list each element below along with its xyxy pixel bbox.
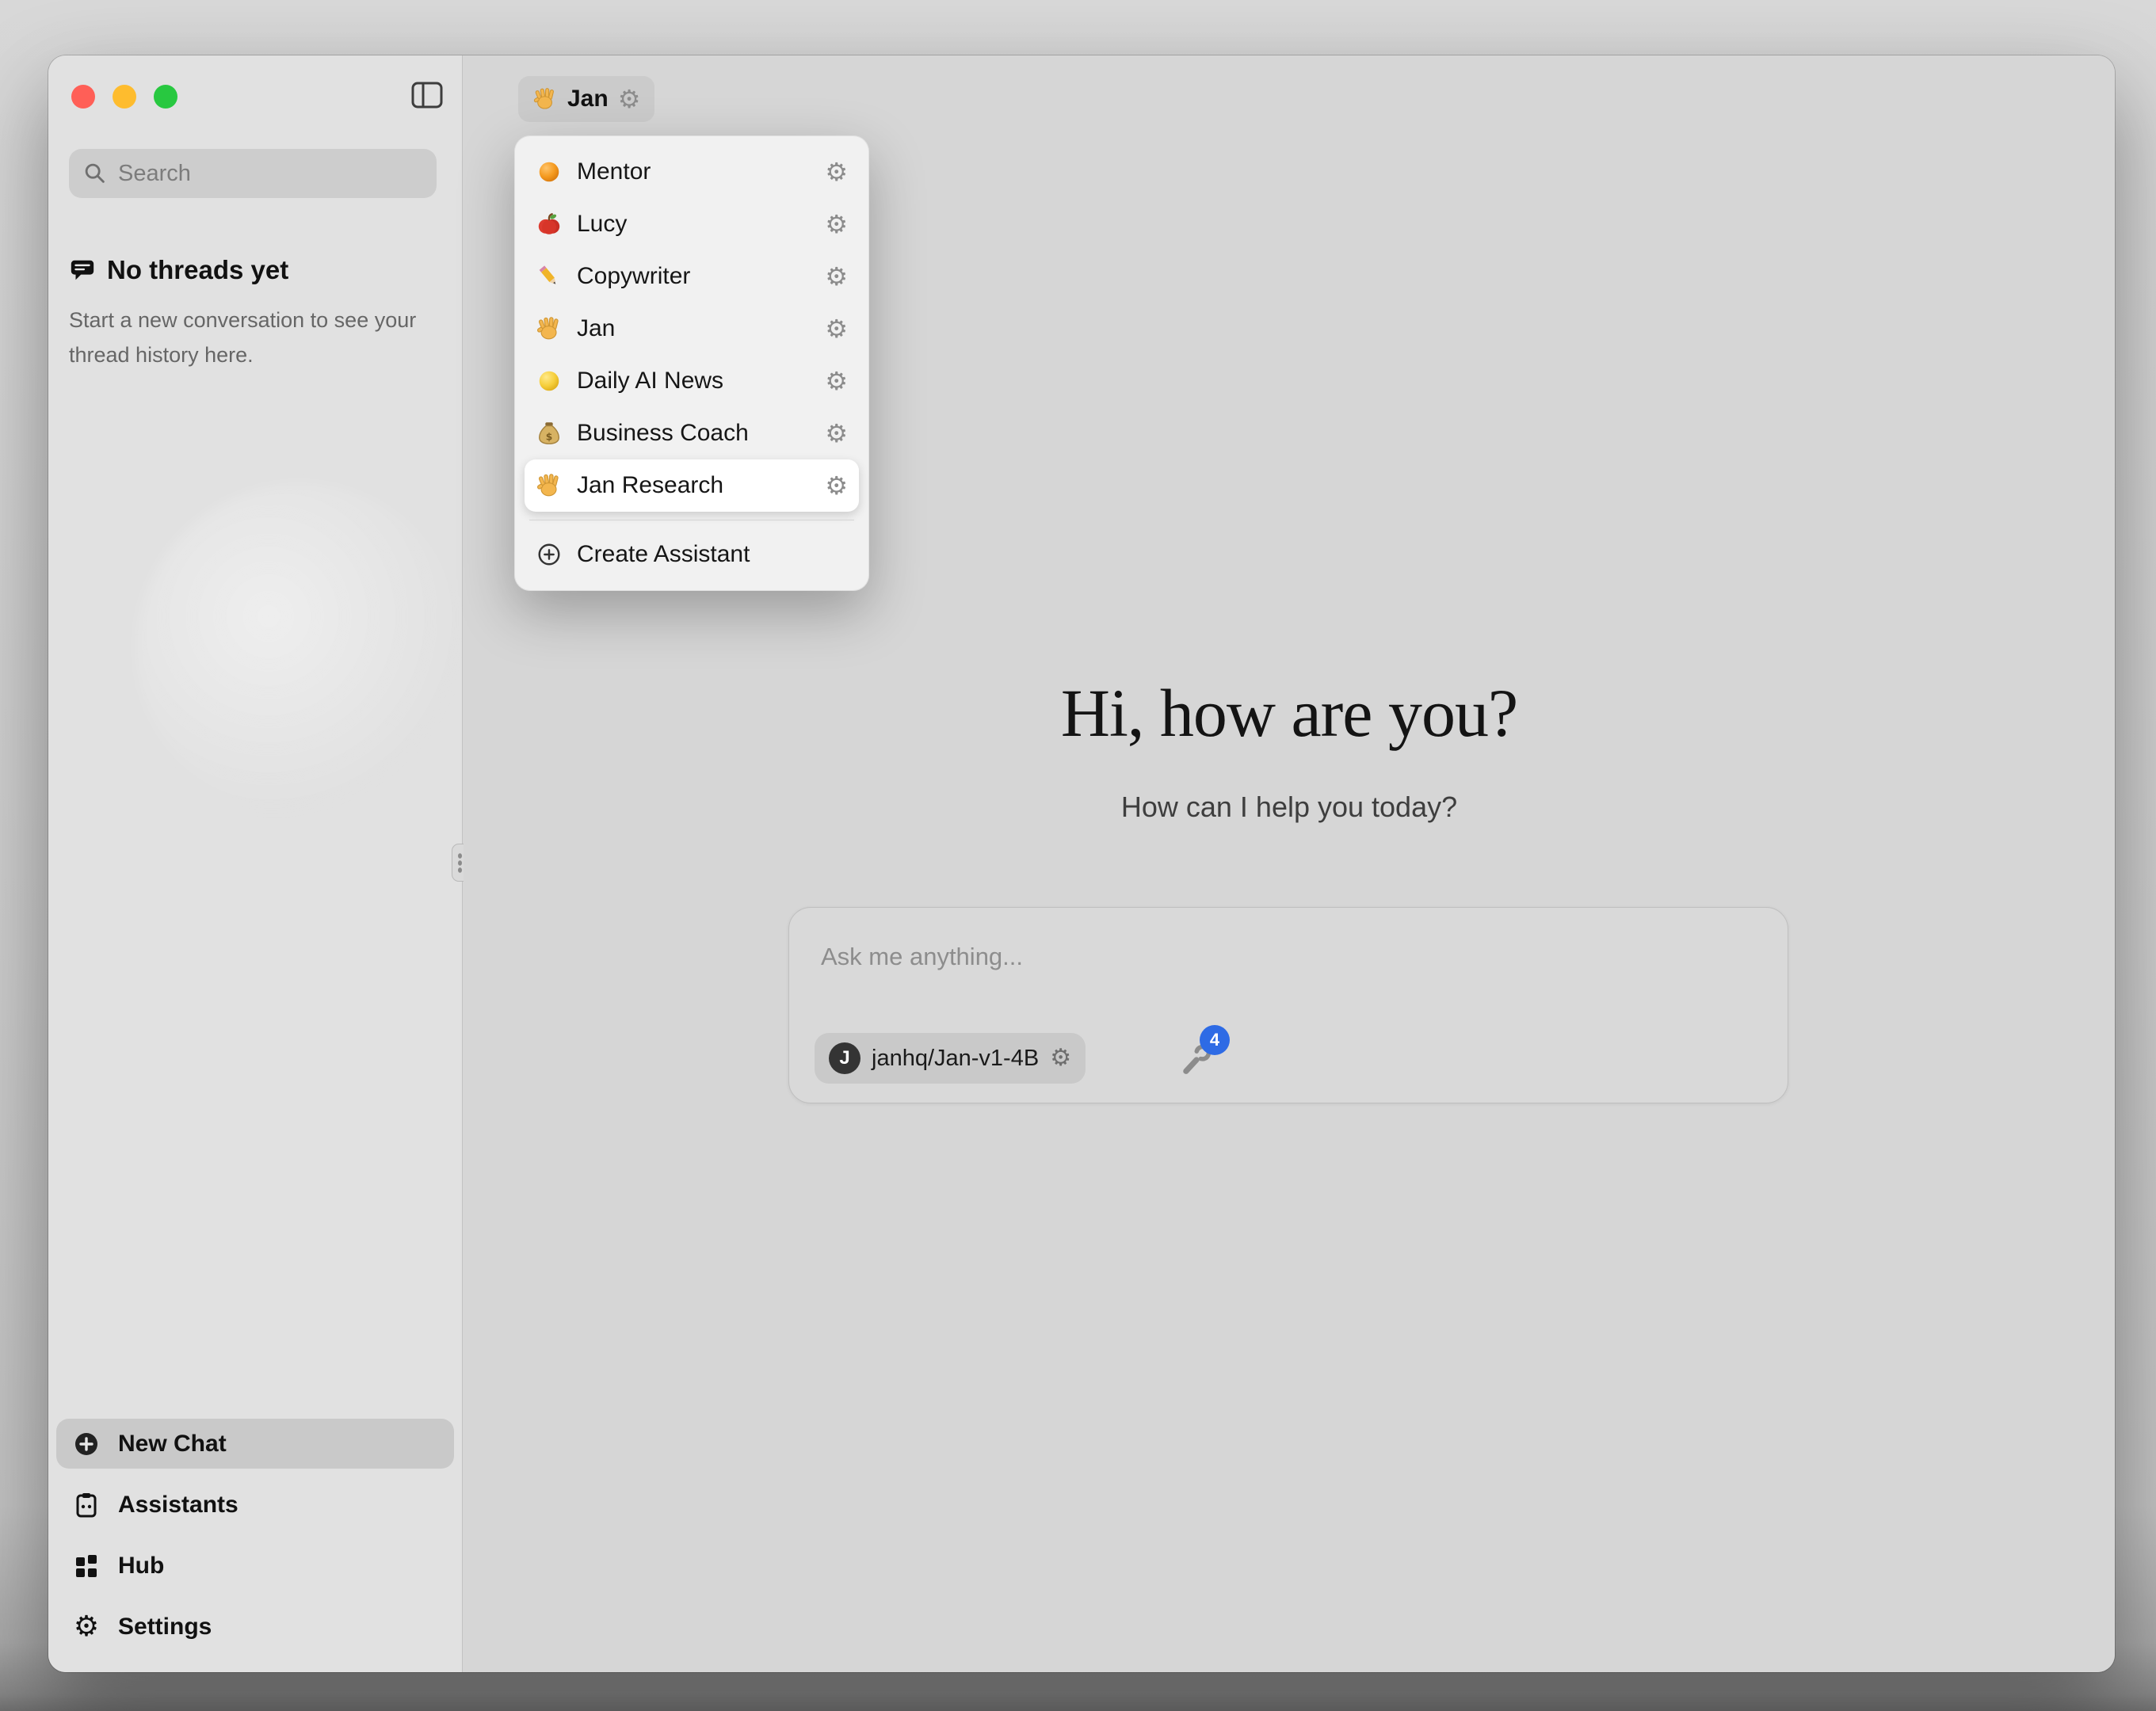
sidebar-nav: New Chat Assistants Hub ⚙ Settings	[56, 1419, 454, 1652]
plus-circle-outline-icon	[536, 541, 563, 568]
sidebar-item-hub[interactable]: Hub	[56, 1541, 454, 1591]
nav-label: Assistants	[118, 1492, 238, 1519]
gear-icon[interactable]: ⚙	[825, 368, 848, 394]
empty-state-body: Start a new conversation to see your thr…	[69, 303, 418, 372]
menu-item-label: Jan	[577, 315, 825, 342]
chat-input[interactable]	[821, 938, 1740, 976]
sidebar-item-new-chat[interactable]: New Chat	[56, 1419, 454, 1469]
hub-blocks-icon	[72, 1552, 101, 1580]
wave-hand-emoji	[536, 472, 563, 499]
wave-hand-icon	[532, 86, 558, 112]
menu-item-jan-research[interactable]: Jan Research ⚙	[525, 459, 859, 512]
chat-bubble-icon	[69, 257, 96, 284]
empty-threads-state: No threads yet Start a new conversation …	[69, 255, 418, 372]
model-selector-pill[interactable]: J janhq/Jan-v1-4B ⚙	[815, 1033, 1086, 1084]
pencil-emoji	[536, 263, 563, 290]
orange-circle-emoji	[536, 158, 563, 185]
menu-item-copywriter[interactable]: Copywriter ⚙	[525, 250, 859, 303]
wave-hand-emoji	[536, 315, 563, 342]
greeting-subtitle: How can I help you today?	[464, 791, 2115, 824]
gear-icon[interactable]: ⚙	[825, 211, 848, 237]
menu-item-mentor[interactable]: Mentor ⚙	[525, 146, 859, 198]
current-assistant-name: Jan	[567, 86, 609, 112]
gear-icon[interactable]: ⚙	[825, 316, 848, 341]
menu-item-business-coach[interactable]: Business Coach ⚙	[525, 407, 859, 459]
sidebar-item-assistants[interactable]: Assistants	[56, 1480, 454, 1530]
menu-item-daily-ai-news[interactable]: Daily AI News ⚙	[525, 355, 859, 407]
gear-icon[interactable]: ⚙	[825, 473, 848, 498]
menu-item-label: Create Assistant	[577, 541, 848, 568]
chat-composer[interactable]: J janhq/Jan-v1-4B ⚙ 4	[788, 907, 1788, 1103]
money-bag-emoji	[536, 420, 563, 447]
desktop-background: No threads yet Start a new conversation …	[0, 0, 2156, 1711]
nav-label: Hub	[118, 1553, 164, 1580]
menu-item-label: Mentor	[577, 158, 825, 185]
assistant-settings-gear-icon[interactable]: ⚙	[618, 86, 641, 112]
menu-item-jan[interactable]: Jan ⚙	[525, 303, 859, 355]
gear-icon[interactable]: ⚙	[825, 159, 848, 185]
assistants-icon	[72, 1491, 101, 1519]
sidebar-toggle-icon[interactable]	[411, 82, 443, 109]
search-icon	[82, 160, 109, 187]
settings-gear-icon: ⚙	[72, 1613, 101, 1641]
sidebar: No threads yet Start a new conversation …	[48, 55, 463, 1672]
menu-item-label: Copywriter	[577, 263, 825, 290]
tools-button[interactable]: 4	[1179, 1033, 1250, 1088]
zoom-window-button[interactable]	[154, 85, 177, 109]
assistant-selector-button[interactable]: Jan ⚙	[518, 76, 654, 122]
sidebar-highlight-blob	[135, 483, 468, 816]
app-window: No threads yet Start a new conversation …	[48, 55, 2115, 1672]
main-area: Jan ⚙ Mentor ⚙ Lucy ⚙ Copywriter ⚙	[464, 55, 2115, 1672]
model-settings-gear-icon[interactable]: ⚙	[1050, 1046, 1071, 1070]
search-input[interactable]	[118, 161, 424, 187]
assistant-dropdown-menu: Mentor ⚙ Lucy ⚙ Copywriter ⚙ Jan ⚙	[514, 135, 869, 591]
plus-circle-filled-icon	[72, 1430, 101, 1458]
menu-item-label: Daily AI News	[577, 368, 825, 394]
close-window-button[interactable]	[71, 85, 95, 109]
nav-label: Settings	[118, 1614, 212, 1641]
menu-item-label: Business Coach	[577, 420, 825, 447]
menu-item-lucy[interactable]: Lucy ⚙	[525, 198, 859, 250]
sidebar-item-settings[interactable]: ⚙ Settings	[56, 1602, 454, 1652]
model-avatar: J	[829, 1042, 860, 1074]
menu-item-label: Lucy	[577, 211, 825, 238]
menu-item-create-assistant[interactable]: Create Assistant	[525, 528, 859, 581]
red-apple-emoji	[536, 211, 563, 238]
model-name: janhq/Jan-v1-4B	[872, 1046, 1039, 1072]
gear-icon[interactable]: ⚙	[825, 264, 848, 289]
search-field[interactable]	[69, 149, 437, 198]
yellow-circle-emoji	[536, 368, 563, 394]
greeting-title: Hi, how are you?	[464, 673, 2115, 753]
tools-count-badge: 4	[1200, 1025, 1230, 1055]
menu-item-label: Jan Research	[577, 472, 825, 499]
minimize-window-button[interactable]	[113, 85, 136, 109]
empty-state-title: No threads yet	[107, 255, 288, 285]
gear-icon[interactable]: ⚙	[825, 421, 848, 446]
nav-label: New Chat	[118, 1431, 227, 1458]
